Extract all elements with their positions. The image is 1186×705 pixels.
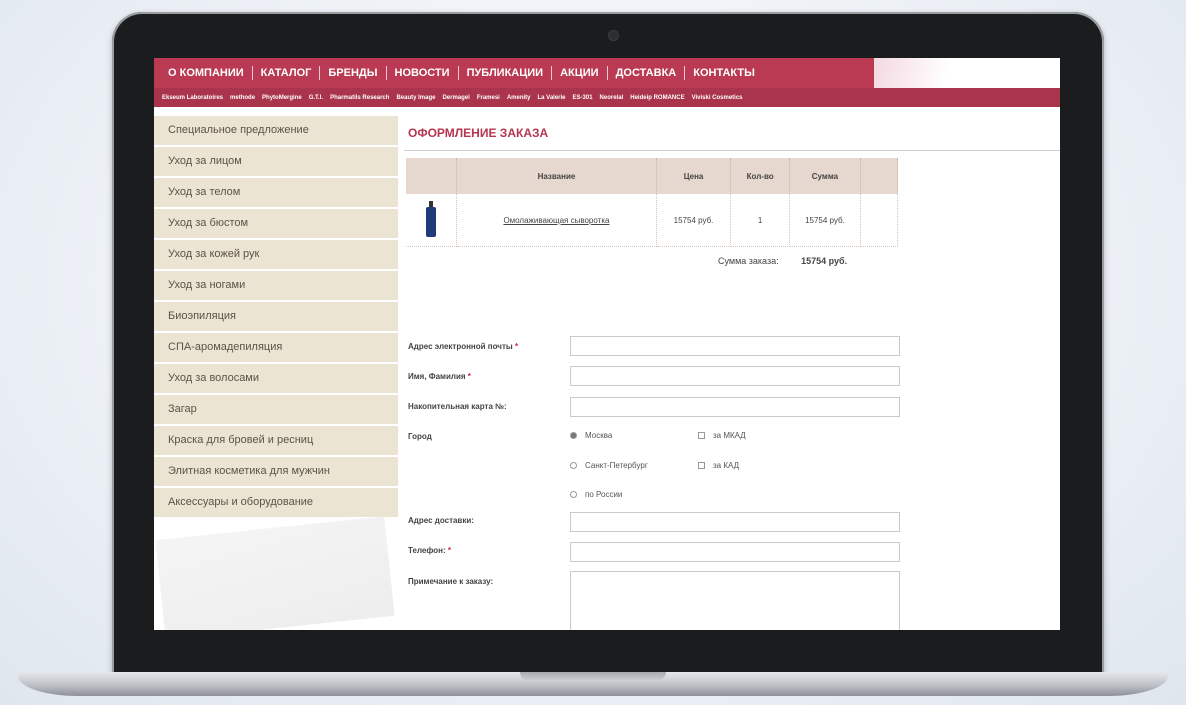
note-label: Примечание к заказу: <box>408 577 494 586</box>
header-decoration <box>874 58 1060 88</box>
name-field[interactable] <box>570 366 900 386</box>
city-radio-russia[interactable]: по России <box>570 490 622 499</box>
nav-item-company[interactable]: О КОМПАНИИ <box>160 66 253 80</box>
order-total-label: Сумма заказа: <box>718 256 779 266</box>
sidebar-item-special[interactable]: Специальное предложение <box>154 116 398 145</box>
sidebar-item-hair[interactable]: Уход за волосами <box>154 364 398 393</box>
brand-link[interactable]: ES-301 <box>573 95 600 101</box>
phone-label: Телефон: * <box>408 546 451 555</box>
sidebar-item-spa[interactable]: СПА-аромадепиляция <box>154 333 398 362</box>
brand-link[interactable]: methode <box>230 95 262 101</box>
cart-table: Название Цена Кол-во Сумма Омолаживающая… <box>406 158 899 247</box>
nav-item-catalog[interactable]: КАТАЛОГ <box>253 66 321 80</box>
email-label: Адрес электронной почты * <box>408 342 519 351</box>
sidebar-item-accessories[interactable]: Аксессуары и оборудование <box>154 488 398 517</box>
brand-link[interactable]: G.T.I. <box>309 95 330 101</box>
signature-image <box>155 516 395 630</box>
brand-link[interactable]: Framesi <box>477 95 507 101</box>
browser-screen: О КОМПАНИИ КАТАЛОГ БРЕНДЫ НОВОСТИ ПУБЛИК… <box>154 58 1060 630</box>
nav-item-promotions[interactable]: АКЦИИ <box>552 66 608 80</box>
cart-header-name: Название <box>456 158 657 194</box>
nav-item-news[interactable]: НОВОСТИ <box>387 66 459 80</box>
product-qty: 1 <box>730 194 791 247</box>
brand-link[interactable]: Heideip ROMANCE <box>630 95 691 101</box>
product-sum: 15754 руб. <box>789 194 861 247</box>
brand-link[interactable]: La Valerie <box>538 95 573 101</box>
order-note-textarea[interactable] <box>570 571 900 630</box>
address-field[interactable] <box>570 512 900 532</box>
checkbox-icon <box>698 462 705 469</box>
brand-link[interactable]: Amenity <box>507 95 538 101</box>
radio-icon <box>570 462 577 469</box>
brand-link[interactable]: Neorelal <box>600 95 631 101</box>
city-radio-moscow[interactable]: Москва <box>570 431 612 440</box>
sidebar-item-brow-dye[interactable]: Краска для бровей и ресниц <box>154 426 398 455</box>
email-field[interactable] <box>570 336 900 356</box>
city-radio-spb[interactable]: Санкт-Петербург <box>570 461 648 470</box>
brand-bar: Ekseum Laboratoires methode PhytoMergine… <box>154 88 1060 107</box>
nav-item-publications[interactable]: ПУБЛИКАЦИИ <box>459 66 553 80</box>
loyalty-card-field[interactable] <box>570 397 900 417</box>
checkbox-icon <box>698 432 705 439</box>
brand-link[interactable]: Beauty Image <box>396 95 442 101</box>
sidebar-item-bioepilation[interactable]: Биоэпиляция <box>154 302 398 331</box>
product-link[interactable]: Омолаживающая сыворотка <box>503 216 609 225</box>
product-price: 15754 руб. <box>656 194 732 247</box>
city-label: Город <box>408 432 432 441</box>
sidebar-item-tan[interactable]: Загар <box>154 395 398 424</box>
order-total-value: 15754 руб. <box>801 256 848 266</box>
cart-header-price: Цена <box>656 158 732 194</box>
sidebar-item-body[interactable]: Уход за телом <box>154 178 398 207</box>
brand-link[interactable]: PhytoMergine <box>262 95 309 101</box>
page-title: ОФОРМЛЕНИЕ ЗАКАЗА <box>408 126 549 140</box>
card-label: Накопительная карта №: <box>408 402 507 411</box>
brand-link[interactable]: Viviski Cosmetics <box>692 95 750 101</box>
cart-header-image <box>406 158 458 194</box>
sidebar-item-men[interactable]: Элитная косметика для мужчин <box>154 457 398 486</box>
order-content: ОФОРМЛЕНИЕ ЗАКАЗА Название Цена Кол-во С… <box>398 116 1060 630</box>
radio-icon <box>570 491 577 498</box>
nav-item-delivery[interactable]: ДОСТАВКА <box>608 66 686 80</box>
name-label: Имя, Фамилия * <box>408 372 471 381</box>
sidebar-item-hands[interactable]: Уход за кожей рук <box>154 240 398 269</box>
order-total: Сумма заказа: 15754 руб. <box>718 256 847 266</box>
title-divider <box>404 150 1060 151</box>
cart-header-sum: Сумма <box>789 158 861 194</box>
product-spacer <box>860 194 899 247</box>
serum-bottle-icon <box>425 201 437 237</box>
zone-checkbox-kad[interactable]: за КАД <box>698 461 739 470</box>
laptop-notch <box>520 672 666 680</box>
address-label: Адрес доставки: <box>408 516 474 525</box>
top-nav: О КОМПАНИИ КАТАЛОГ БРЕНДЫ НОВОСТИ ПУБЛИК… <box>154 58 874 88</box>
table-row: Омолаживающая сыворотка 15754 руб. 1 157… <box>406 194 899 247</box>
sidebar-item-feet[interactable]: Уход за ногами <box>154 271 398 300</box>
product-thumbnail[interactable] <box>406 194 458 247</box>
sidebar-menu: Специальное предложение Уход за лицом Ух… <box>154 116 398 519</box>
zone-checkbox-mkad[interactable]: за МКАД <box>698 431 746 440</box>
phone-field[interactable] <box>570 542 900 562</box>
brand-link[interactable]: Dermagel <box>442 95 476 101</box>
cart-header-spacer <box>860 158 899 194</box>
nav-item-contacts[interactable]: КОНТАКТЫ <box>685 66 763 80</box>
product-name-cell: Омолаживающая сыворотка <box>456 194 657 247</box>
sidebar-item-face[interactable]: Уход за лицом <box>154 147 398 176</box>
camera-icon <box>608 30 619 41</box>
brand-link[interactable]: Ekseum Laboratoires <box>162 95 230 101</box>
radio-selected-icon <box>570 432 577 439</box>
sidebar-item-bust[interactable]: Уход за бюстом <box>154 209 398 238</box>
nav-item-brands[interactable]: БРЕНДЫ <box>320 66 387 80</box>
cart-header-qty: Кол-во <box>730 158 791 194</box>
brand-link[interactable]: Pharmatils Research <box>330 95 396 101</box>
